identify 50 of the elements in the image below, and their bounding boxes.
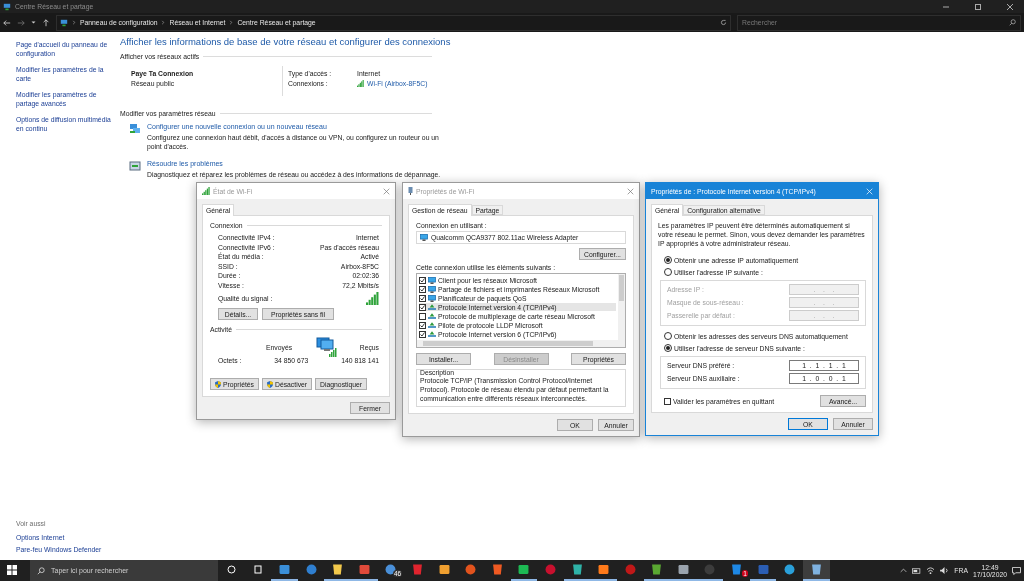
dropdown-caret-icon[interactable] [31, 20, 36, 25]
minimize-icon[interactable] [943, 5, 949, 8]
battery-icon[interactable] [912, 567, 922, 574]
task-view-icon[interactable] [252, 565, 263, 574]
radio-button[interactable] [664, 332, 672, 340]
maximize-icon[interactable] [975, 3, 981, 10]
radio-button[interactable] [664, 344, 672, 352]
chevron-right-icon [229, 20, 234, 25]
search-icon [37, 566, 45, 575]
checkbox[interactable] [419, 321, 426, 329]
signal-icon [357, 80, 364, 87]
shield-icon [267, 380, 273, 388]
scrollbar[interactable] [417, 340, 625, 347]
volume-icon[interactable] [940, 567, 950, 574]
network-protocol-icon [428, 331, 436, 337]
checkbox[interactable] [664, 397, 671, 405]
network-protocol-icon [428, 304, 436, 310]
checkbox[interactable] [419, 330, 426, 338]
back-arrow-icon[interactable] [3, 18, 11, 27]
checkbox[interactable] [419, 276, 426, 284]
computer-icon [314, 337, 337, 357]
page-heading: Afficher les informations de base de votre réseau et configurer des connexions [120, 36, 452, 47]
taskbar-app-button[interactable] [803, 560, 830, 581]
circle-icon[interactable] [226, 565, 236, 574]
chevron-up-icon[interactable] [900, 568, 908, 573]
refresh-icon[interactable] [720, 19, 727, 26]
radio-button[interactable] [664, 268, 672, 276]
scrollbar[interactable] [618, 274, 625, 340]
signal-icon [202, 187, 210, 195]
close-icon[interactable] [1007, 3, 1013, 10]
adapter-icon [408, 187, 413, 195]
network-protocol-icon [428, 322, 436, 328]
search-icon [1009, 19, 1016, 26]
shield-icon [215, 380, 221, 388]
windows-logo-icon[interactable] [7, 564, 17, 575]
chevron-right-icon [72, 20, 76, 25]
up-arrow-icon[interactable] [42, 18, 50, 27]
checkbox[interactable] [419, 303, 426, 311]
signal-icon [366, 291, 379, 305]
notification-icon[interactable] [1012, 566, 1021, 575]
forward-arrow-icon[interactable] [17, 18, 25, 27]
checkbox[interactable] [419, 312, 426, 320]
radio-button[interactable] [664, 256, 672, 264]
wifi-icon[interactable] [926, 567, 936, 574]
network-setup-icon [129, 123, 141, 135]
network-adapter-icon [420, 234, 428, 241]
checkbox[interactable] [419, 285, 426, 293]
checkbox[interactable] [419, 294, 426, 302]
network-protocol-icon [428, 313, 436, 319]
chevron-right-icon [161, 20, 166, 25]
